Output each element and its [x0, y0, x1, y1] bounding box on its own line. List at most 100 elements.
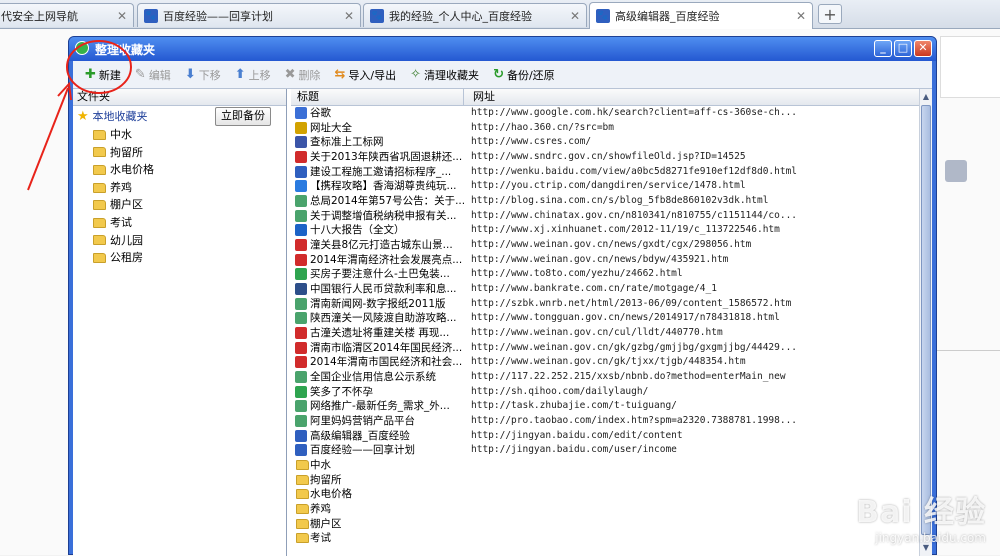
folder-tree-item[interactable]: 幼儿园 [73, 232, 286, 250]
browser-tab-3[interactable]: 🐾 我的经验_个人中心_百度经验 ✕ [363, 3, 587, 27]
folder-tree-item[interactable]: 养鸡 [73, 179, 286, 197]
bookmark-url: http://pro.taobao.com/index.htm?spm=a232… [471, 415, 798, 427]
maximize-button[interactable]: □ [894, 40, 912, 57]
bookmark-title: 2014年渭南市国民经济和社会... [310, 356, 463, 369]
bookmark-title: 买房子要注意什么-土巴兔装... [310, 268, 450, 281]
bookmark-row[interactable]: 2014年渭南市国民经济和社会... http://www.weinan.gov.… [291, 355, 919, 370]
bookmark-row[interactable]: 阿里妈妈营销产品平台 http://pro.taobao.com/index.ht… [291, 414, 919, 429]
folder-tree-item[interactable]: 棚户区 [73, 196, 286, 214]
folder-icon [296, 504, 309, 515]
browser-tab-2[interactable]: 🐾 百度经验——回享计划 ✕ [137, 3, 361, 27]
browser-tab-4[interactable]: 🐾 高级编辑器_百度经验 ✕ [589, 2, 813, 29]
browser-tab-1[interactable]: 代安全上网导航 ✕ [0, 3, 134, 27]
bookmark-row[interactable]: 关于2013年陕西省巩固退耕还... http://www.sndrc.gov.c… [291, 150, 919, 165]
bookmark-row[interactable]: 总局2014年第57号公告：关于... http://blog.sina.com.… [291, 194, 919, 209]
bookmark-row[interactable]: 陕西潼关一风陵渡自助游攻略... http://www.tongguan.gov.… [291, 311, 919, 326]
folder-icon [93, 217, 106, 228]
bookmark-row[interactable]: 关于调整增值税纳税申报有关... http://www.chinatax.gov.… [291, 209, 919, 224]
folder-root-label: 本地收藏夹 [92, 110, 148, 123]
watermark-brand: Bai 经验 [856, 495, 986, 530]
folder-label: 棚户区 [110, 198, 143, 212]
tab-close-icon[interactable]: ✕ [117, 9, 127, 23]
folder-row-label: 水电价格 [310, 488, 352, 501]
bookmark-row[interactable]: 百度经验——回享计划 http://jingyan.baidu.com/user/… [291, 443, 919, 458]
bookmark-row[interactable]: 网络推广-最新任务_需求_外... http://task.zhubajie.co… [291, 399, 919, 414]
toolbar-button-arrow-down[interactable]: ⬇ 下移 [179, 65, 227, 85]
toolbar-button-pencil[interactable]: ✎ 编辑 [129, 65, 177, 85]
bookmark-row[interactable]: 十八大报告（全文） http://www.xj.xinhuanet.com/201… [291, 223, 919, 238]
new-tab-button[interactable]: + [818, 4, 842, 24]
page-icon [295, 297, 307, 310]
tab-close-icon[interactable]: ✕ [570, 9, 580, 23]
bookmark-row[interactable]: 渭南新闻网-数字报纸2011版 http://szbk.wnrb.net/html… [291, 297, 919, 312]
app-logo-icon [75, 41, 89, 55]
bookmark-row[interactable]: 买房子要注意什么-土巴兔装... http://www.to8to.com/yez… [291, 267, 919, 282]
column-separator[interactable] [463, 89, 464, 105]
tab-close-icon[interactable]: ✕ [344, 9, 354, 23]
bookmark-url: http://szbk.wnrb.net/html/2013-06/09/con… [471, 297, 792, 309]
bookmark-row[interactable]: 潼关县8亿元打造古城东山景... http://www.weinan.gov.cn… [291, 238, 919, 253]
folder-tree-item[interactable]: 水电价格 [73, 161, 286, 179]
bookmark-list: 标题 网址 谷歌 http://www.google.com.hk/search?… [291, 89, 919, 556]
folder-tree-item[interactable]: 中水 [73, 126, 286, 144]
folder-row-label: 棚户区 [310, 517, 342, 530]
folder-row[interactable]: 棚户区 [291, 517, 919, 532]
bookmark-row[interactable]: 中国银行人民币贷款利率和息... http://www.bankrate.com.… [291, 282, 919, 297]
bookmark-row[interactable]: 渭南市临渭区2014年国民经济... http://www.weinan.gov.… [291, 341, 919, 356]
folder-root[interactable]: ★ 本地收藏夹 立即备份 [73, 106, 286, 126]
close-button[interactable]: ✕ [914, 40, 932, 57]
folder-tree-item[interactable]: 公租房 [73, 249, 286, 267]
broom-icon: ✧ [410, 67, 422, 82]
bookmark-title: 阿里妈妈营销产品平台 [310, 415, 415, 428]
bookmark-row[interactable]: 【携程攻略】香海湖尊贵纯玩... http://you.ctrip.com/dan… [291, 179, 919, 194]
folder-pane-header: 文件夹 [73, 89, 286, 106]
toolbar-button-plus[interactable]: ✚ 新建 [79, 65, 127, 85]
bookmark-row[interactable]: 建设工程施工邀请招标程序_... http://wenku.baidu.com/v… [291, 165, 919, 180]
dialog-titlebar[interactable]: 整理收藏夹 _ □ ✕ [69, 37, 936, 61]
bookmark-url: http://hao.360.cn/?src=bm [471, 121, 614, 133]
folder-row[interactable]: 拘留所 [291, 473, 919, 488]
plus-icon: ✚ [85, 67, 96, 82]
delete-x-icon: ✖ [284, 67, 296, 82]
page-icon [295, 195, 307, 208]
column-header-title[interactable]: 标题 [297, 89, 319, 105]
backup-now-button[interactable]: 立即备份 [215, 107, 271, 126]
bookmark-row[interactable]: 谷歌 http://www.google.com.hk/search?client… [291, 106, 919, 121]
bookmark-url: http://www.weinan.gov.cn/news/bdyw/43592… [471, 253, 729, 265]
column-header-url[interactable]: 网址 [473, 89, 495, 105]
minimize-button[interactable]: _ [874, 40, 892, 57]
bookmark-row[interactable]: 2014年渭南经济社会发展亮点... http://www.weinan.gov.… [291, 253, 919, 268]
folder-tree-item[interactable]: 拘留所 [73, 144, 286, 162]
bookmark-row[interactable]: 全国企业信用信息公示系统 http://117.22.252.215/xxsb/n… [291, 370, 919, 385]
360-icon [295, 121, 307, 134]
toolbar-button-import-export[interactable]: ⇆ 导入/导出 [329, 65, 403, 85]
tab-close-icon[interactable]: ✕ [796, 9, 806, 23]
scroll-up-arrow-icon[interactable]: ▲ [921, 90, 931, 104]
folder-icon [93, 164, 106, 175]
bookmark-row[interactable]: 笑多了不怀孕 http://sh.qihoo.com/dailylaugh/ [291, 385, 919, 400]
star-icon: ★ [77, 109, 89, 124]
folder-row[interactable]: 水电价格 [291, 487, 919, 502]
folder-icon [93, 200, 106, 211]
toolbar-button-delete-x[interactable]: ✖ 删除 [279, 65, 327, 85]
toolbar-button-broom[interactable]: ✧ 清理收藏夹 [404, 65, 485, 85]
scroll-thumb[interactable] [921, 105, 931, 535]
toolbar-button-refresh[interactable]: ↻ 备份/还原 [487, 65, 561, 85]
page-icon [295, 209, 307, 222]
qihoo-search-icon [295, 385, 307, 398]
bookmark-url: http://www.xj.xinhuanet.com/2012-11/19/c… [471, 224, 780, 236]
bookmark-title: 建设工程施工邀请招标程序_... [310, 165, 452, 178]
folder-tree-item[interactable]: 考试 [73, 214, 286, 232]
folder-row[interactable]: 考试 [291, 531, 919, 546]
folder-row[interactable]: 中水 [291, 458, 919, 473]
dialog-title: 整理收藏夹 [95, 43, 156, 57]
vertical-scrollbar[interactable]: ▲ ▼ [919, 89, 932, 556]
folder-icon [93, 147, 106, 158]
bookmark-url: http://www.chinatax.gov.cn/n810341/n8107… [471, 209, 798, 221]
bookmark-row[interactable]: 高级编辑器_百度经验 http://jingyan.baidu.com/edit/… [291, 429, 919, 444]
bookmark-row[interactable]: 查标准上工标网 http://www.csres.com/ [291, 135, 919, 150]
bookmark-row[interactable]: 古潼关遗址将重建关楼 再现... http://www.weinan.gov.cn… [291, 326, 919, 341]
bookmark-row[interactable]: 网址大全 http://hao.360.cn/?src=bm [291, 121, 919, 136]
toolbar-button-arrow-up[interactable]: ⬆ 上移 [229, 65, 277, 85]
folder-row[interactable]: 养鸡 [291, 502, 919, 517]
